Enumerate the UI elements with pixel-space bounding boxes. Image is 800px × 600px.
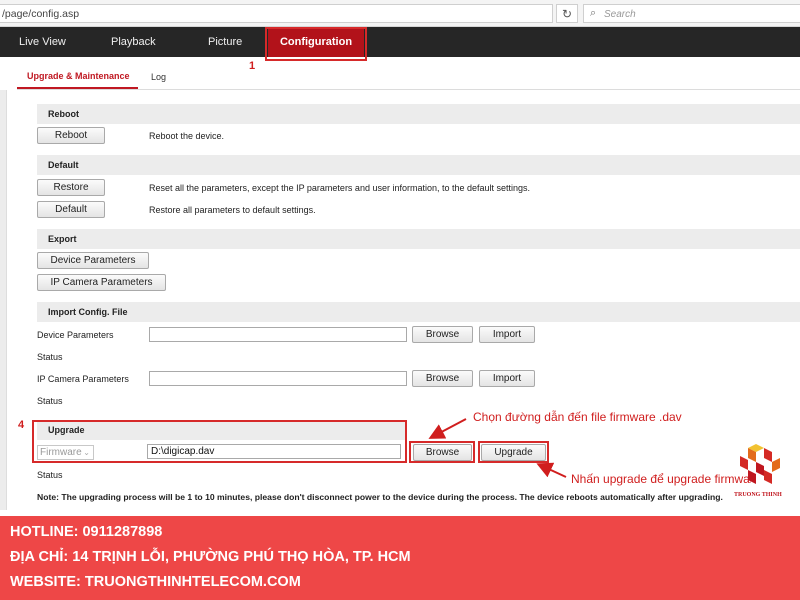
tab-log[interactable]: Log bbox=[151, 66, 166, 89]
footer-address: ĐỊA CHỈ: 14 TRỊNH LỖI, PHƯỜNG PHÚ THỌ HÒ… bbox=[10, 549, 411, 565]
section-import-header: Import Config. File bbox=[37, 302, 800, 322]
footer-website: WEBSITE: TRUONGTHINHTELECOM.COM bbox=[10, 574, 301, 590]
browse-hint-annotation: Chọn đường dẫn đến file firmware .dav bbox=[473, 410, 682, 424]
section-export-header: Export bbox=[37, 229, 800, 249]
nav-live-view[interactable]: Live View bbox=[19, 27, 66, 57]
default-button[interactable]: Default bbox=[37, 201, 105, 218]
reboot-button[interactable]: Reboot bbox=[37, 127, 105, 144]
annotation-arrows bbox=[428, 418, 567, 478]
restore-description: Reset all the parameters, except the IP … bbox=[149, 183, 531, 193]
nav-playback[interactable]: Playback bbox=[111, 27, 156, 57]
browser-search-input[interactable]: ⌕ Search bbox=[583, 4, 800, 23]
upgrade-status-label: Status bbox=[37, 470, 63, 480]
nav-picture[interactable]: Picture bbox=[208, 27, 242, 57]
sub-tabs: Upgrade & Maintenance Log bbox=[17, 66, 800, 90]
footer-hotline: HOTLINE: 0911287898 bbox=[10, 524, 163, 540]
highlight-upgrade-section bbox=[32, 420, 407, 463]
search-icon: ⌕ bbox=[590, 7, 597, 19]
highlight-upgrade-button bbox=[478, 441, 549, 463]
import-ipcam-browse-button[interactable]: Browse bbox=[412, 370, 473, 387]
left-scroll-strip bbox=[0, 90, 7, 510]
import-device-import-button[interactable]: Import bbox=[479, 326, 535, 343]
main-nav: Live View Playback Picture Configuration bbox=[0, 27, 800, 57]
export-device-parameters-button[interactable]: Device Parameters bbox=[37, 252, 149, 269]
step-number-4: 4 bbox=[18, 419, 25, 431]
export-ip-camera-parameters-button[interactable]: IP Camera Parameters bbox=[37, 274, 166, 291]
restore-button[interactable]: Restore bbox=[37, 179, 105, 196]
logo-text: TRUONG THINH bbox=[734, 492, 782, 498]
import-device-parameters-field[interactable] bbox=[149, 327, 407, 342]
default-description: Restore all parameters to default settin… bbox=[149, 205, 316, 215]
contact-footer: HOTLINE: 0911287898 ĐỊA CHỈ: 14 TRỊNH LỖ… bbox=[0, 516, 800, 600]
search-placeholder: Search bbox=[604, 9, 636, 20]
import-device-parameters-label: Device Parameters bbox=[37, 330, 114, 340]
reboot-description: Reboot the device. bbox=[149, 131, 225, 141]
import-ipcam-parameters-label: IP Camera Parameters bbox=[37, 374, 129, 384]
import-ipcam-status-label: Status bbox=[37, 396, 63, 406]
upgrade-note: Note: The upgrading process will be 1 to… bbox=[37, 492, 723, 502]
import-ipcam-import-button[interactable]: Import bbox=[479, 370, 535, 387]
upgrade-hint-annotation: Nhấn upgrade để upgrade firmware bbox=[571, 472, 751, 486]
import-ipcam-parameters-field[interactable] bbox=[149, 371, 407, 386]
import-device-browse-button[interactable]: Browse bbox=[412, 326, 473, 343]
logo-mark-icon bbox=[740, 444, 780, 484]
section-reboot-header: Reboot bbox=[37, 104, 800, 124]
refresh-icon[interactable]: ↻ bbox=[556, 4, 578, 23]
address-bar[interactable]: /page/config.asp bbox=[0, 4, 553, 23]
import-device-status-label: Status bbox=[37, 352, 63, 362]
arrow-to-upgrade bbox=[536, 462, 567, 478]
section-default-header: Default bbox=[37, 155, 800, 175]
tab-upgrade-maintenance[interactable]: Upgrade & Maintenance bbox=[17, 66, 138, 89]
company-logo: TRUONG THINH bbox=[734, 442, 784, 502]
highlight-configuration bbox=[265, 27, 367, 61]
browser-toolbar: /page/config.asp ↻ ⌕ Search bbox=[0, 0, 800, 27]
arrow-to-browse bbox=[428, 418, 467, 439]
highlight-browse-button bbox=[409, 441, 475, 463]
